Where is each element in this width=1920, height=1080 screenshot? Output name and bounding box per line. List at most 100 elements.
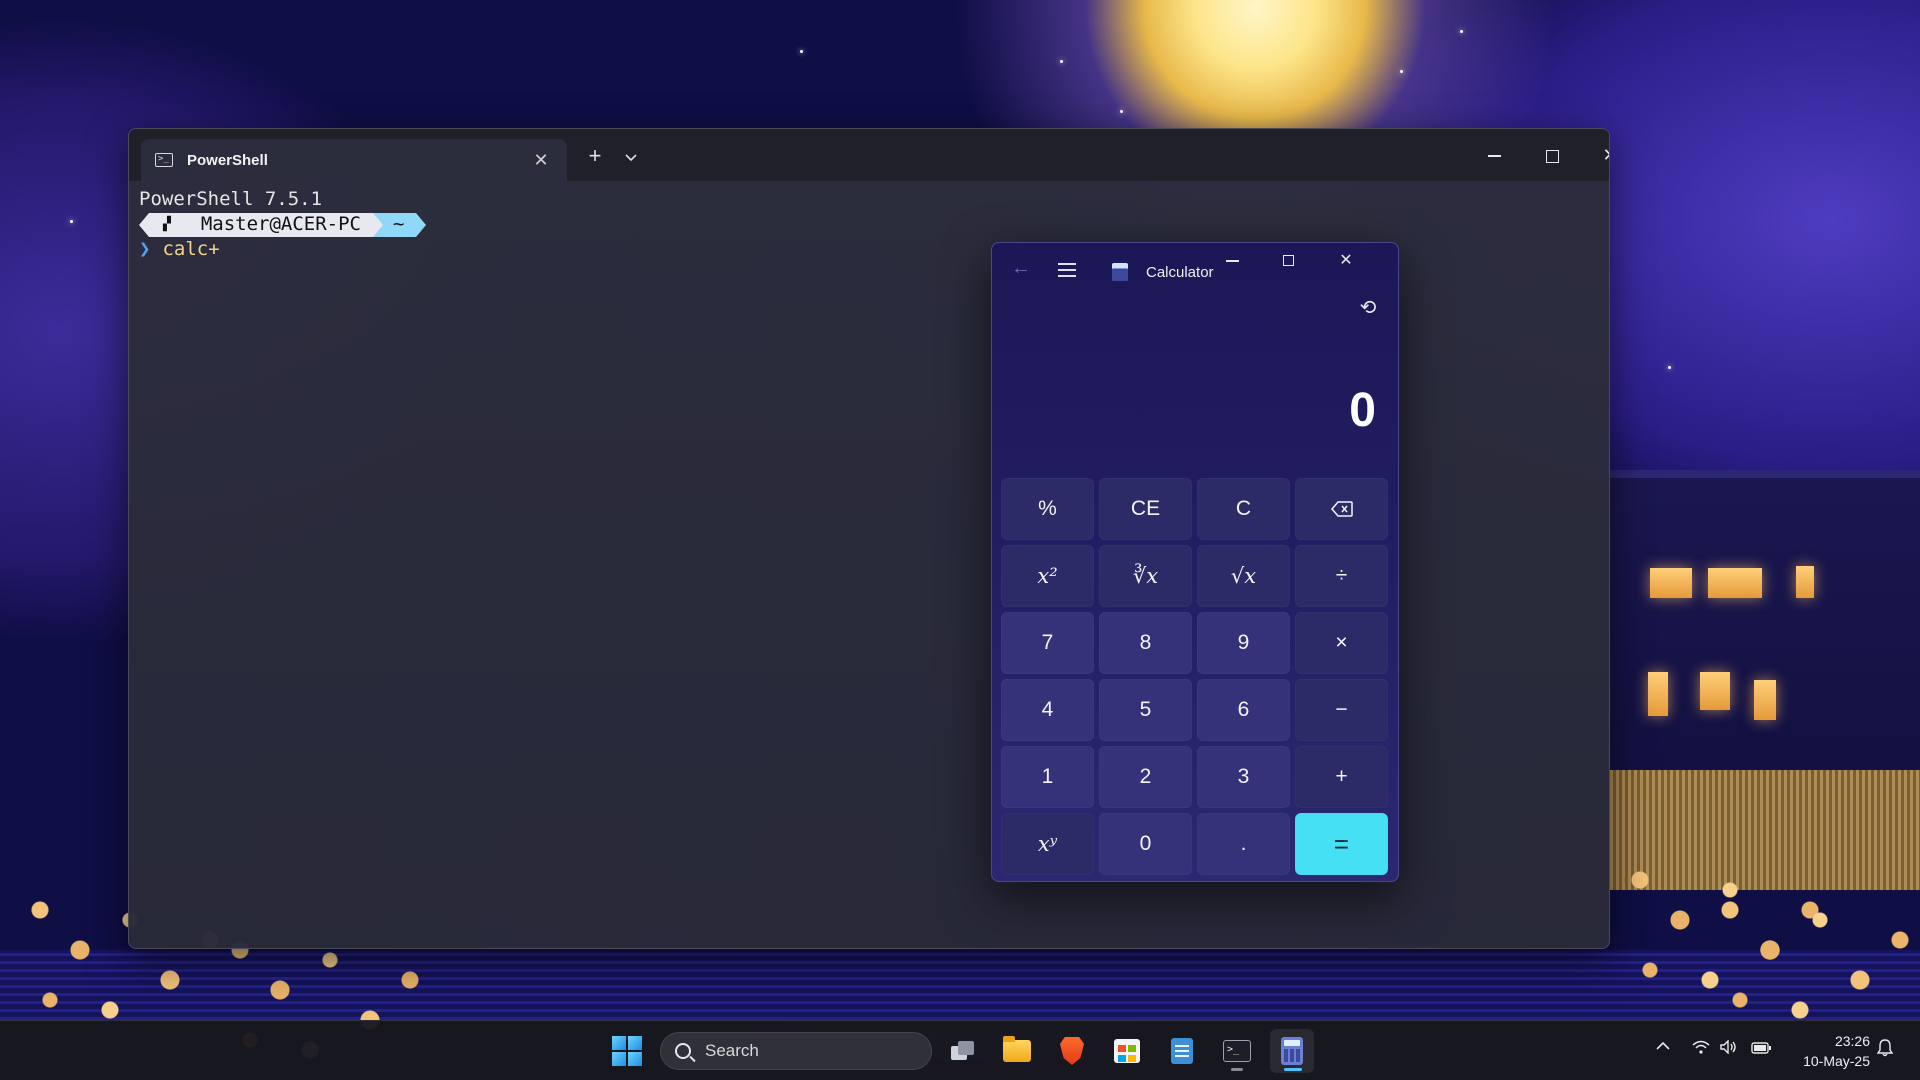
new-tab-button[interactable]: + (583, 143, 607, 169)
digit-4-button[interactable]: 4 (1001, 679, 1094, 741)
taskbar-app-microsoft-store[interactable] (1105, 1029, 1149, 1073)
terminal-version-line: PowerShell 7.5.1 (139, 188, 323, 210)
start-button[interactable] (612, 1036, 642, 1066)
taskbar-search-box[interactable]: Search (660, 1032, 932, 1070)
equals-button[interactable]: = (1295, 813, 1388, 875)
calculator-minimize-button[interactable] (1204, 247, 1260, 275)
microsoft-store-icon (1114, 1039, 1140, 1063)
wallpaper-lit-window (1708, 568, 1762, 598)
calculator-titlebar[interactable]: ← Calculator ✕ (992, 243, 1398, 299)
calculator-app-icon (1112, 263, 1128, 281)
terminal-titlebar[interactable]: >_ PowerShell ✕ + ✕ (129, 129, 1609, 181)
back-arrow-icon[interactable]: ← (1008, 257, 1034, 280)
windows-logo-icon (612, 1036, 626, 1050)
tab-close-icon[interactable]: ✕ (529, 150, 553, 171)
wallpaper-lit-window (1650, 568, 1692, 598)
clear-entry-button[interactable]: CE (1099, 478, 1192, 540)
taskbar-app-terminal[interactable]: >_ (1215, 1029, 1259, 1073)
taskbar-app-notepad[interactable] (1160, 1029, 1204, 1073)
calculator-close-button[interactable]: ✕ (1318, 247, 1374, 275)
wallpaper-lit-window (1796, 566, 1814, 598)
show-hidden-icons-button[interactable] (1652, 1037, 1674, 1055)
wifi-icon[interactable] (1690, 1039, 1712, 1061)
windows-logo-icon: ▞ (163, 217, 171, 232)
wallpaper-lit-window (1754, 680, 1776, 720)
close-icon: ✕ (1339, 252, 1353, 269)
tab-title: PowerShell (187, 151, 268, 169)
wallpaper-star (1060, 60, 1063, 63)
terminal-icon: >_ (1223, 1040, 1251, 1062)
cube-root-button[interactable]: ∛x (1099, 545, 1192, 607)
minimize-icon (1487, 155, 1501, 158)
subtract-button[interactable]: − (1295, 679, 1388, 741)
square-root-button[interactable]: √x (1197, 545, 1290, 607)
wallpaper-star (1460, 30, 1463, 33)
square-root-label: √x (1230, 564, 1257, 588)
prompt-path-segment: ~ (372, 212, 428, 237)
notification-bell-icon[interactable] (1874, 1039, 1896, 1061)
multiply-button[interactable]: × (1295, 612, 1388, 674)
square-button[interactable]: x² (1001, 545, 1094, 607)
maximize-button[interactable] (1523, 137, 1581, 173)
power-button[interactable]: xʸ (1001, 813, 1094, 875)
digit-0-button[interactable]: 0 (1099, 813, 1192, 875)
clear-button[interactable]: C (1197, 478, 1290, 540)
close-button[interactable]: ✕ (1581, 137, 1609, 173)
backspace-button[interactable] (1295, 478, 1388, 540)
digit-5-button[interactable]: 5 (1099, 679, 1192, 741)
calculator-keypad: % CE C x² ∛x √x ÷ 7 8 9 × 4 5 6 − 1 2 3 … (1001, 478, 1391, 875)
wallpaper-star (1400, 70, 1403, 73)
taskbar-clock[interactable]: 23:26 10-May-25 (1784, 1031, 1870, 1071)
minimize-icon (1225, 259, 1239, 262)
prompt-user-segment: ▞ Master@ACER-PC (139, 212, 373, 237)
digit-2-button[interactable]: 2 (1099, 746, 1192, 808)
chevron-down-icon (625, 154, 637, 162)
powershell-icon: >_ (155, 153, 173, 167)
wallpaper-lit-window (1648, 672, 1668, 716)
digit-6-button[interactable]: 6 (1197, 679, 1290, 741)
tab-powershell[interactable]: >_ PowerShell ✕ (141, 139, 567, 181)
taskbar-app-file-explorer[interactable] (995, 1029, 1039, 1073)
calculator-maximize-button[interactable] (1260, 247, 1316, 275)
close-icon: ✕ (1602, 145, 1609, 165)
calculator-window: ← Calculator ✕ ⟲ 0 % CE C x² ∛x √x ÷ 7 8… (991, 242, 1399, 882)
prompt-user: Master@ACER-PC (200, 213, 361, 235)
digit-1-button[interactable]: 1 (1001, 746, 1094, 808)
square-label: x² (1037, 564, 1058, 588)
minimize-button[interactable] (1465, 137, 1523, 173)
search-icon (675, 1043, 691, 1059)
digit-9-button[interactable]: 9 (1197, 612, 1290, 674)
battery-icon[interactable] (1750, 1039, 1772, 1061)
add-button[interactable]: + (1295, 746, 1388, 808)
wallpaper-star (800, 50, 803, 53)
wallpaper-star (1668, 366, 1671, 369)
cube-root-label: ∛x (1132, 564, 1159, 588)
digit-3-button[interactable]: 3 (1197, 746, 1290, 808)
terminal-command: calc+ (162, 238, 220, 260)
taskbar-app-brave-browser[interactable] (1050, 1029, 1094, 1073)
wallpaper-star (1120, 110, 1123, 113)
clock-time: 23:26 (1834, 1033, 1870, 1049)
terminal-prompt: ▞ Master@ACER-PC ~ (139, 212, 1599, 237)
clock-date: 10-May-25 (1803, 1053, 1870, 1069)
volume-icon[interactable] (1718, 1039, 1740, 1061)
search-placeholder: Search (705, 1041, 759, 1060)
hamburger-menu-icon[interactable] (1058, 263, 1076, 277)
digit-7-button[interactable]: 7 (1001, 612, 1094, 674)
task-view-icon (951, 1041, 975, 1061)
running-indicator (1231, 1068, 1243, 1071)
calculator-display: 0 (1349, 384, 1376, 437)
digit-8-button[interactable]: 8 (1099, 612, 1192, 674)
wallpaper-lit-window (1700, 672, 1730, 710)
tab-dropdown-button[interactable] (619, 143, 643, 171)
taskbar-app-calculator[interactable] (1270, 1029, 1314, 1073)
percent-button[interactable]: % (1001, 478, 1094, 540)
wallpaper-star (70, 220, 73, 223)
divide-button[interactable]: ÷ (1295, 545, 1388, 607)
power-label: xʸ (1037, 832, 1058, 856)
decimal-button[interactable]: . (1197, 813, 1290, 875)
maximize-icon (1282, 255, 1294, 267)
brave-browser-icon (1060, 1037, 1084, 1065)
history-icon[interactable]: ⟲ (1356, 295, 1380, 319)
taskbar-app-task-view[interactable] (941, 1029, 985, 1073)
